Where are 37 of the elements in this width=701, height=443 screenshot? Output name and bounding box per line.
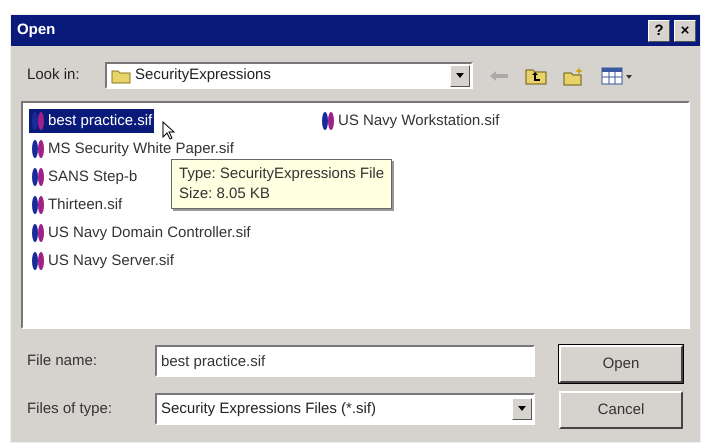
file-icon [321,111,335,131]
dropdown-button[interactable] [512,398,532,420]
file-type-label: Files of type: [27,398,114,419]
caret-icon [518,406,526,412]
look-in-dropdown[interactable]: SecurityExpressions [105,62,473,89]
tooltip-text: Type: SecurityExpressions File Size: 8.05 KB [179,164,384,204]
cursor-icon [162,121,176,141]
file-type-dropdown[interactable]: Security Expressions Files (*.sif) [155,393,535,425]
open-button[interactable]: Open [559,345,683,383]
caret-icon [456,72,464,78]
view-menu-icon[interactable] [601,66,635,84]
file-name-label: File name: [27,350,98,371]
file-item[interactable]: best practice.sif [29,108,154,134]
new-folder-icon[interactable] [563,66,585,86]
dropdown-button[interactable] [450,64,470,86]
file-icon [31,167,45,187]
window-title: Open [17,20,56,40]
file-item[interactable]: SANS Step-b [29,164,140,190]
file-item[interactable]: Thirteen.sif [29,192,124,218]
close-button[interactable]: × [674,20,696,42]
look-in-label: Look in: [27,65,81,86]
file-icon [31,111,45,131]
file-item[interactable]: US Navy Workstation.sif [319,108,502,134]
file-icon [31,223,45,243]
file-name-field[interactable]: best practice.sif [155,345,535,377]
file-icon [31,251,45,271]
help-button[interactable]: ? [648,20,670,42]
folder-icon [111,68,131,84]
cancel-button[interactable]: Cancel [559,391,683,429]
file-type-value: Security Expressions Files (*.sif) [161,398,378,419]
file-item[interactable]: US Navy Server.sif [29,248,176,274]
file-item[interactable]: MS Security White Paper.sif [29,136,236,162]
folder-name: SecurityExpressions [135,65,272,86]
up-folder-icon[interactable] [525,66,547,84]
file-icon [31,195,45,215]
file-item[interactable]: US Navy Domain Controller.sif [29,220,253,246]
file-icon [31,139,45,159]
